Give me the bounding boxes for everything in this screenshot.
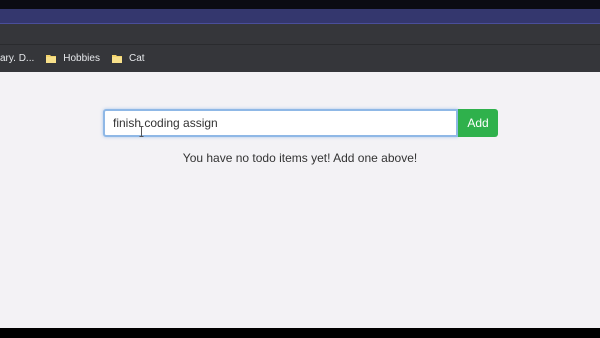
todo-form: Add xyxy=(103,109,498,137)
add-button[interactable]: Add xyxy=(458,109,498,137)
empty-state-message: You have no todo items yet! Add one abov… xyxy=(182,151,418,165)
browser-toolbar xyxy=(0,24,600,44)
bookmark-label: Cat xyxy=(128,53,145,64)
folder-icon xyxy=(46,54,57,63)
bookmark-label: Hobbies xyxy=(63,53,100,64)
todo-input[interactable] xyxy=(103,109,458,137)
bookmarks-bar: ary. D... Hobbies Cat xyxy=(0,44,600,72)
bookmark-cat[interactable]: Cat xyxy=(111,53,145,64)
bookmark-library[interactable]: ary. D... xyxy=(0,53,34,64)
window-title-strip xyxy=(0,0,600,9)
screen: ary. D... Hobbies Cat Add xyxy=(0,0,600,338)
folder-icon xyxy=(111,54,122,63)
text-cursor-icon xyxy=(139,126,144,137)
todo-page: Add You have no todo items yet! Add one … xyxy=(0,72,600,328)
bottom-border xyxy=(0,328,600,338)
bookmark-label: ary. D... xyxy=(0,53,35,64)
bookmark-hobbies[interactable]: Hobbies xyxy=(46,53,100,64)
window-accent-strip xyxy=(0,9,600,24)
